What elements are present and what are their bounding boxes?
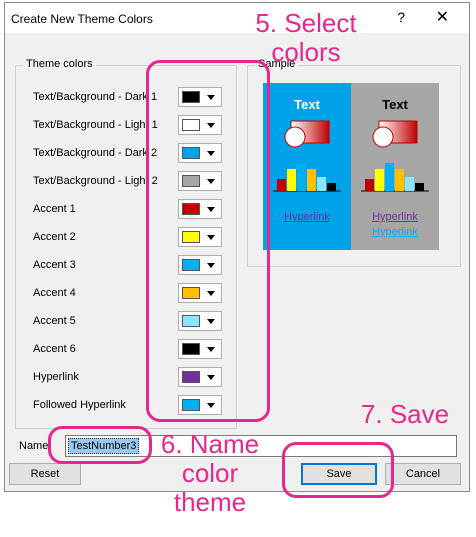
sample-dark-bar bbox=[287, 169, 296, 191]
theme-color-label: Accent 1 bbox=[33, 203, 76, 215]
sample-dark-bar bbox=[307, 169, 316, 191]
theme-color-label: Accent 3 bbox=[33, 259, 76, 271]
theme-color-label: Text/Background - Light 2 bbox=[33, 175, 158, 187]
reset-button[interactable]: Reset bbox=[9, 463, 81, 485]
cancel-button[interactable]: Cancel bbox=[385, 463, 461, 485]
sample-light-bar bbox=[415, 183, 424, 191]
theme-color-label: Accent 4 bbox=[33, 287, 76, 299]
sample-light-bar bbox=[395, 169, 404, 191]
sample-light-hyperlink: Hyperlink bbox=[372, 211, 418, 223]
theme-color-label: Text/Background - Light 1 bbox=[33, 119, 158, 131]
sample-dark-text: Text bbox=[294, 97, 320, 112]
name-label: Name: bbox=[19, 440, 52, 452]
theme-color-label: Hyperlink bbox=[33, 371, 79, 383]
sample-dark-hyperlink: Hyperlink bbox=[284, 211, 330, 223]
sample-dark-circle bbox=[284, 126, 306, 148]
name-highlight bbox=[48, 426, 152, 464]
theme-colors-group-label: Theme colors bbox=[23, 58, 96, 70]
sample-dark-bar bbox=[277, 179, 286, 191]
sample-dark-graphic bbox=[273, 120, 341, 192]
sample-light-graphic bbox=[361, 120, 429, 192]
help-button[interactable]: ? bbox=[397, 9, 405, 25]
annotation-save: 7. Save bbox=[360, 399, 450, 429]
title-bar: Create New Theme Colors ? ✕ bbox=[5, 3, 469, 33]
save-highlight bbox=[282, 442, 394, 498]
sample-light-bar bbox=[375, 169, 384, 191]
sample-light-circle bbox=[372, 126, 394, 148]
sample-dark-bar bbox=[327, 183, 336, 191]
sample-dark-panel: Text Hyperlink bbox=[263, 83, 351, 250]
sample-dark-bar bbox=[317, 177, 326, 191]
sample-light-bar bbox=[385, 163, 394, 191]
sample-light-bar bbox=[405, 177, 414, 191]
annotation-name-theme: 6. Name color theme bbox=[160, 429, 260, 517]
theme-color-label: Accent 5 bbox=[33, 315, 76, 327]
select-colors-highlight bbox=[146, 60, 270, 422]
theme-color-label: Accent 2 bbox=[33, 231, 76, 243]
theme-color-label: Text/Background - Dark 1 bbox=[33, 91, 158, 103]
sample-light-followed-hyperlink: Hyperlink bbox=[372, 226, 418, 238]
sample-light-bar bbox=[365, 179, 374, 191]
sample-light-panel: Text Hyperlink Hyperlink bbox=[351, 83, 439, 250]
sample-light-text: Text bbox=[382, 97, 408, 112]
close-button[interactable]: ✕ bbox=[436, 7, 449, 27]
theme-color-label: Accent 6 bbox=[33, 343, 76, 355]
theme-color-label: Followed Hyperlink bbox=[33, 399, 126, 411]
dialog-title: Create New Theme Colors bbox=[11, 12, 153, 26]
annotation-select-colors: 5. Select colors bbox=[255, 8, 357, 67]
theme-color-label: Text/Background - Dark 2 bbox=[33, 147, 158, 159]
sample-dark-bar bbox=[297, 163, 306, 191]
